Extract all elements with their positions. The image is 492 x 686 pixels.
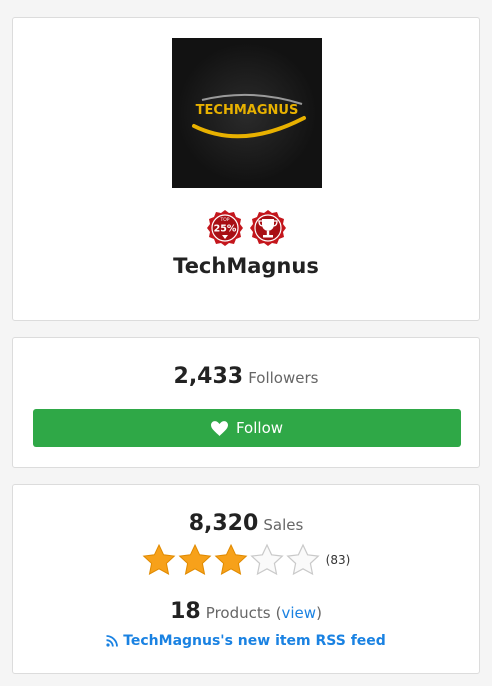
star-icon bbox=[250, 543, 284, 576]
rss-icon bbox=[106, 635, 119, 647]
followers-card: 2,433 Followers Follow bbox=[12, 337, 480, 468]
rss-feed-label: TechMagnus's new item RSS feed bbox=[123, 633, 386, 649]
sales-count: 8,320 bbox=[188, 511, 259, 536]
followers-summary: 2,433 Followers bbox=[13, 364, 479, 389]
top-seller-badge: TOP 25% bbox=[206, 210, 243, 246]
sales-summary: 8,320 Sales bbox=[13, 511, 479, 536]
sales-label: Sales bbox=[263, 516, 304, 534]
store-profile-card: TECHMAGNUS TOP 25% TechMagnus bbox=[12, 17, 480, 321]
trophy-icon bbox=[249, 210, 286, 246]
store-stats-card: 8,320 Sales (83) 18 Products (view) Tech… bbox=[12, 484, 480, 674]
star-icon bbox=[178, 543, 212, 575]
star-icon bbox=[214, 543, 248, 575]
followers-count: 2,433 bbox=[173, 364, 244, 389]
badge-top-label: TOP bbox=[219, 217, 229, 223]
followers-label: Followers bbox=[248, 369, 319, 387]
rating-count: (83) bbox=[325, 553, 351, 567]
star-icon bbox=[142, 543, 176, 575]
logo-text: TECHMAGNUS bbox=[196, 103, 299, 118]
badge-top-value: 25% bbox=[213, 224, 236, 235]
store-name: TechMagnus bbox=[173, 254, 319, 278]
view-products-link[interactable]: view bbox=[282, 604, 317, 622]
view-close-paren: ) bbox=[316, 604, 322, 622]
products-label: Products bbox=[205, 604, 271, 622]
products-summary: 18 Products (view) bbox=[13, 599, 479, 624]
follow-button[interactable]: Follow bbox=[33, 409, 461, 447]
rating-stars: (83) bbox=[13, 543, 479, 577]
products-count: 18 bbox=[170, 599, 201, 624]
follow-button-label: Follow bbox=[235, 419, 284, 437]
store-logo[interactable]: TECHMAGNUS bbox=[172, 38, 322, 188]
rss-feed-link[interactable]: TechMagnus's new item RSS feed bbox=[106, 633, 386, 649]
heart-icon bbox=[210, 420, 228, 436]
rss-feed-row: TechMagnus's new item RSS feed bbox=[13, 633, 479, 651]
badges-row: TOP 25% bbox=[13, 208, 479, 248]
star-icon bbox=[286, 543, 320, 576]
